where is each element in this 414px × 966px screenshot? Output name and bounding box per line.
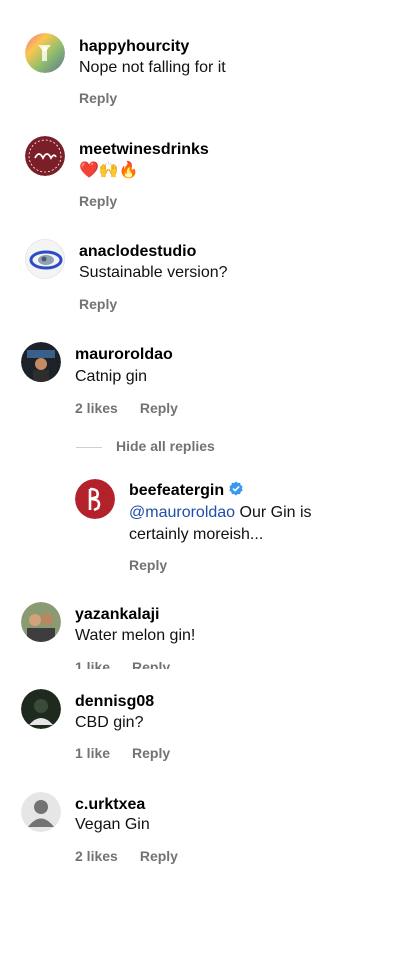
hide-replies-label: Hide all replies — [116, 438, 215, 454]
avatar-c-urktxea[interactable] — [21, 792, 61, 832]
avatar-happyhourcity[interactable] — [25, 33, 65, 73]
avatar-yazankalaji-image — [21, 602, 61, 642]
likes-count[interactable]: 1 like — [75, 659, 110, 669]
avatar-dennisg08[interactable] — [21, 689, 61, 729]
reply-button[interactable]: Reply — [79, 193, 117, 209]
avatar-mauroroldao-image — [21, 342, 61, 382]
reply-text-line2: certainly moreish... — [129, 526, 264, 543]
default-avatar-icon — [21, 792, 61, 832]
avatar-beefeatergin[interactable] — [75, 479, 115, 519]
comment-meta: 1 like Reply — [75, 658, 192, 669]
comment-meta-clip: 1 like Reply — [0, 657, 414, 669]
comment-text: Vegan Gin — [75, 816, 150, 833]
comment-text: CBD gin? — [75, 714, 144, 731]
avatar-meetwinesdrinks[interactable] — [25, 136, 65, 176]
avatar-mauroroldao[interactable] — [21, 342, 61, 382]
comment-meta: Reply — [79, 192, 139, 210]
comment-username[interactable]: meetwinesdrinks — [79, 140, 209, 160]
reply-button[interactable]: Reply — [79, 296, 117, 312]
avatar-meetwinesdrinks-image — [25, 136, 65, 176]
comment-text: Sustainable version? — [79, 264, 228, 281]
comment-text: Water melon gin! — [75, 627, 196, 644]
comment-username[interactable]: anaclodestudio — [79, 242, 196, 262]
avatar-anaclodestudio[interactable] — [25, 239, 65, 279]
avatar-beefeatergin-image — [75, 479, 115, 519]
comment-meta: 1 like Reply — [75, 744, 192, 762]
comment-meta: 2 likes Reply — [75, 399, 200, 417]
likes-count[interactable]: 1 like — [75, 745, 110, 761]
comment-username[interactable]: yazankalaji — [75, 605, 160, 625]
comment-text: Catnip gin — [75, 368, 148, 385]
reply-text: @mauroroldao Our Gin is certainly moreis… — [129, 502, 399, 546]
avatar-yazankalaji[interactable] — [21, 602, 61, 642]
reply-button[interactable]: Reply — [140, 400, 178, 416]
reply-button[interactable]: Reply — [132, 659, 170, 669]
avatar-anaclodestudio-image — [26, 240, 64, 278]
reply-meta: Reply — [129, 556, 189, 574]
likes-count[interactable]: 2 likes — [75, 400, 118, 416]
comment-text: Nope not falling for it — [79, 59, 226, 76]
comment-text: ❤️🙌🔥 — [79, 162, 139, 179]
reply-button[interactable]: Reply — [132, 745, 170, 761]
comment-username[interactable]: c.urktxea — [75, 795, 145, 815]
divider — [76, 446, 102, 448]
hide-replies-button[interactable]: Hide all replies — [76, 438, 215, 454]
avatar-dennisg08-image — [21, 689, 61, 729]
reply-button[interactable]: Reply — [129, 557, 167, 573]
comment-username[interactable]: dennisg08 — [75, 692, 154, 712]
comment-username[interactable]: happyhourcity — [79, 37, 189, 57]
reply-text-line1: Our Gin is — [235, 504, 312, 521]
avatar-happyhourcity-image — [25, 33, 65, 73]
verified-badge-icon — [229, 481, 243, 496]
likes-count[interactable]: 2 likes — [75, 848, 118, 864]
comment-meta: Reply — [79, 89, 139, 107]
reply-username-text: beefeatergin — [129, 482, 225, 499]
comment-username[interactable]: mauroroldao — [75, 345, 173, 365]
reply-button[interactable]: Reply — [140, 848, 178, 864]
reply-username[interactable]: beefeatergin — [129, 481, 244, 501]
comment-meta: Reply — [79, 295, 139, 313]
reply-button[interactable]: Reply — [79, 90, 117, 106]
mention-link[interactable]: @mauroroldao — [129, 504, 235, 521]
comment-meta: 2 likes Reply — [75, 847, 200, 865]
